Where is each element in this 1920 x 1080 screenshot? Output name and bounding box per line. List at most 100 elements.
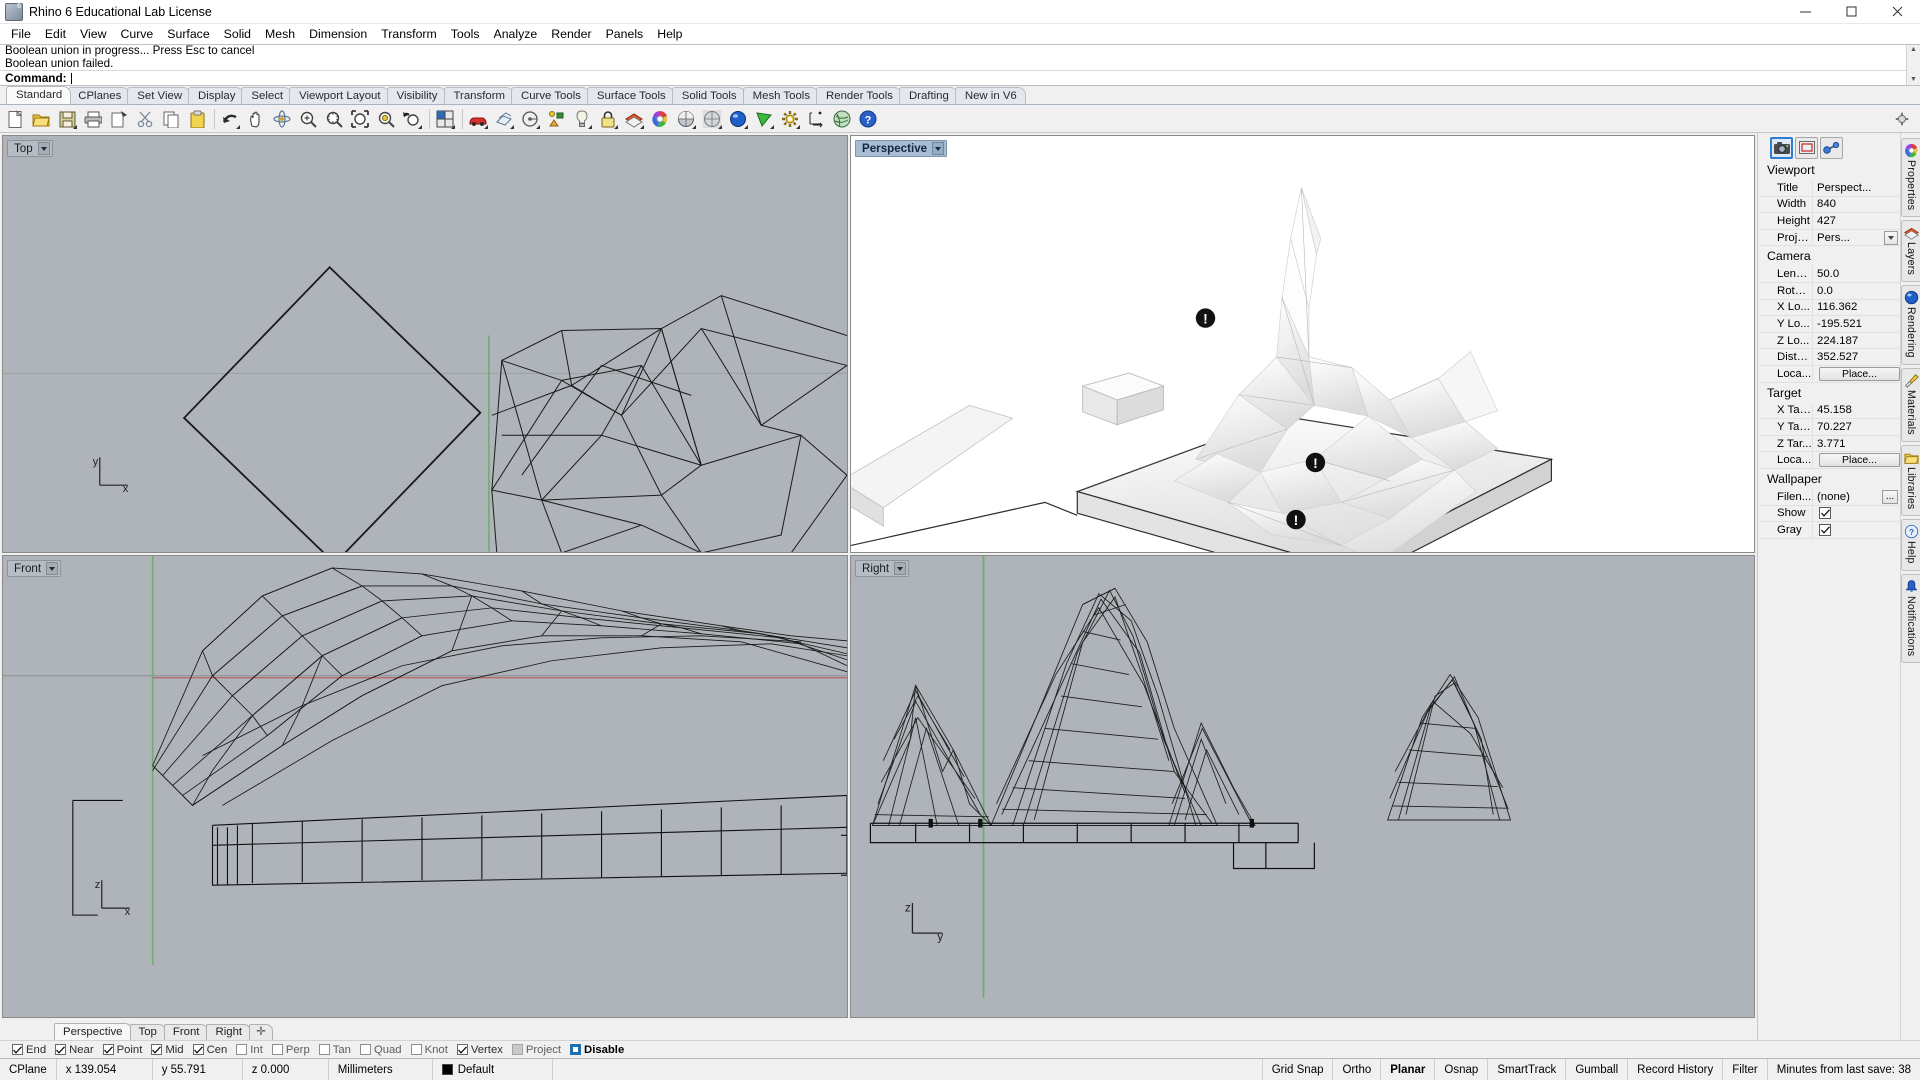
osnap-checkbox[interactable] xyxy=(319,1044,330,1055)
globe-render-icon[interactable] xyxy=(830,107,854,131)
osnap-checkbox[interactable] xyxy=(570,1044,581,1055)
osnap-vertex[interactable]: Vertex xyxy=(455,1044,508,1056)
toolbar-tab-surface-tools[interactable]: Surface Tools xyxy=(587,87,675,104)
osnap-project[interactable]: Project xyxy=(510,1044,566,1056)
property-text[interactable]: 0.0 xyxy=(1817,285,1833,297)
property-value[interactable]: -195.521 xyxy=(1812,316,1900,332)
osnap-int[interactable]: Int xyxy=(234,1044,268,1056)
property-checkbox[interactable] xyxy=(1819,524,1831,536)
dock-tab-notifications[interactable]: Notifications xyxy=(1901,574,1920,663)
viewport-tab-front[interactable]: Front xyxy=(164,1024,209,1040)
property-text[interactable]: 50.0 xyxy=(1817,268,1839,280)
viewport-perspective[interactable]: ! ! ! Perspective xyxy=(850,135,1755,553)
scroll-up-icon[interactable]: ▲ xyxy=(1907,46,1920,54)
toolbar-tab-visibility[interactable]: Visibility xyxy=(387,87,447,104)
osnap-end[interactable]: End xyxy=(10,1044,51,1056)
zoom-extents-icon[interactable] xyxy=(348,107,372,131)
osnap-checkbox[interactable] xyxy=(272,1044,283,1055)
toolbar-tab-render-tools[interactable]: Render Tools xyxy=(816,87,902,104)
viewport-top[interactable]: yx Top xyxy=(2,135,848,553)
place-button[interactable]: Place... xyxy=(1819,453,1900,467)
viewport-tab-perspective[interactable]: Perspective xyxy=(54,1023,132,1040)
camera-properties-icon[interactable] xyxy=(1770,137,1793,159)
property-value[interactable]: 0.0 xyxy=(1812,283,1900,299)
scissors-cut-icon[interactable] xyxy=(133,107,157,131)
property-text[interactable]: 224.187 xyxy=(1817,335,1858,347)
toolbar-tab-curve-tools[interactable]: Curve Tools xyxy=(511,87,590,104)
zoom-in-icon[interactable] xyxy=(296,107,320,131)
cut-copy-paste-icon[interactable] xyxy=(107,107,131,131)
property-text[interactable]: 352.527 xyxy=(1817,351,1858,363)
menu-item-tools[interactable]: Tools xyxy=(444,24,487,44)
light-bulb-icon[interactable] xyxy=(570,107,594,131)
viewport-tab-top[interactable]: Top xyxy=(130,1024,166,1040)
toolbar-tab-transform[interactable]: Transform xyxy=(444,87,514,104)
property-text[interactable]: 427 xyxy=(1817,215,1836,227)
viewport-menu-chevron-down-icon[interactable] xyxy=(46,562,58,575)
menu-item-file[interactable]: File xyxy=(4,24,38,44)
osnap-checkbox[interactable] xyxy=(151,1044,162,1055)
osnap-point[interactable]: Point xyxy=(101,1044,148,1056)
property-value[interactable]: 70.227 xyxy=(1812,419,1900,435)
property-text[interactable]: -195.521 xyxy=(1817,318,1862,330)
property-text[interactable]: 45.158 xyxy=(1817,404,1852,416)
viewport-tab-right[interactable]: Right xyxy=(206,1024,251,1040)
menu-item-panels[interactable]: Panels xyxy=(599,24,651,44)
osnap-knot[interactable]: Knot xyxy=(409,1044,453,1056)
status-toggle-grid-snap[interactable]: Grid Snap xyxy=(1263,1059,1334,1080)
menu-item-solid[interactable]: Solid xyxy=(217,24,258,44)
osnap-quad[interactable]: Quad xyxy=(358,1044,407,1056)
viewport-menu-chevron-down-icon[interactable] xyxy=(932,142,944,155)
status-cplane[interactable]: CPlane xyxy=(0,1059,57,1080)
new-file-icon[interactable] xyxy=(3,107,27,131)
dock-tab-properties[interactable]: Properties xyxy=(1901,138,1920,217)
toolbar-tab-solid-tools[interactable]: Solid Tools xyxy=(672,87,746,104)
osnap-checkbox[interactable] xyxy=(457,1044,468,1055)
shaded-sphere-icon[interactable] xyxy=(674,107,698,131)
viewport-right[interactable]: zy Right xyxy=(850,555,1755,1018)
help-icon[interactable]: ? xyxy=(856,107,880,131)
rendered-sphere-icon[interactable] xyxy=(726,107,750,131)
menu-item-curve[interactable]: Curve xyxy=(113,24,160,44)
print-icon[interactable] xyxy=(81,107,105,131)
toolbar-tab-viewport-layout[interactable]: Viewport Layout xyxy=(289,87,389,104)
viewport-label-top[interactable]: Top xyxy=(7,140,53,157)
ghosted-display-icon[interactable] xyxy=(492,107,516,131)
property-value[interactable]: 116.362 xyxy=(1812,300,1900,316)
property-text[interactable]: 70.227 xyxy=(1817,421,1852,433)
osnap-checkbox[interactable] xyxy=(360,1044,371,1055)
zoom-window-icon[interactable] xyxy=(322,107,346,131)
object-properties-icon[interactable] xyxy=(544,107,568,131)
osnap-checkbox[interactable] xyxy=(411,1044,422,1055)
command-prompt[interactable]: Command: xyxy=(0,70,1906,85)
scroll-down-icon[interactable]: ▼ xyxy=(1907,76,1920,84)
property-value[interactable]: 45.158 xyxy=(1812,403,1900,419)
menu-item-render[interactable]: Render xyxy=(544,24,598,44)
toolbar-tab-mesh-tools[interactable]: Mesh Tools xyxy=(743,87,819,104)
osnap-checkbox[interactable] xyxy=(12,1044,23,1055)
viewport-menu-chevron-down-icon[interactable] xyxy=(38,142,50,155)
zoom-selected-icon[interactable] xyxy=(374,107,398,131)
property-text[interactable]: Perspect... xyxy=(1817,182,1871,194)
property-value[interactable]: 224.187 xyxy=(1812,333,1900,349)
status-toggle-osnap[interactable]: Osnap xyxy=(1435,1059,1488,1080)
dock-tab-libraries[interactable]: Libraries xyxy=(1901,445,1920,516)
property-value[interactable]: 352.527 xyxy=(1812,349,1900,365)
command-scroll-buttons[interactable]: ▲ ▼ xyxy=(1906,45,1920,85)
property-value[interactable]: 840 xyxy=(1812,197,1900,213)
dimension-icon[interactable] xyxy=(804,107,828,131)
toolbar-tab-cplanes[interactable]: CPlanes xyxy=(68,87,130,104)
osnap-checkbox[interactable] xyxy=(103,1044,114,1055)
property-text[interactable]: 840 xyxy=(1817,198,1836,210)
save-icon[interactable] xyxy=(55,107,79,131)
property-checkbox[interactable] xyxy=(1819,507,1831,519)
add-viewport-tab-icon[interactable]: ✛ xyxy=(249,1024,273,1040)
close-icon[interactable] xyxy=(1874,0,1920,24)
undo-arrow-icon[interactable] xyxy=(218,107,242,131)
osnap-checkbox[interactable] xyxy=(512,1044,523,1055)
layers-icon[interactable] xyxy=(622,107,646,131)
property-value[interactable]: 3.771 xyxy=(1812,436,1900,452)
osnap-near[interactable]: Near xyxy=(53,1044,99,1056)
property-text[interactable]: 116.362 xyxy=(1817,301,1857,313)
status-toggle-filter[interactable]: Filter xyxy=(1723,1059,1768,1080)
